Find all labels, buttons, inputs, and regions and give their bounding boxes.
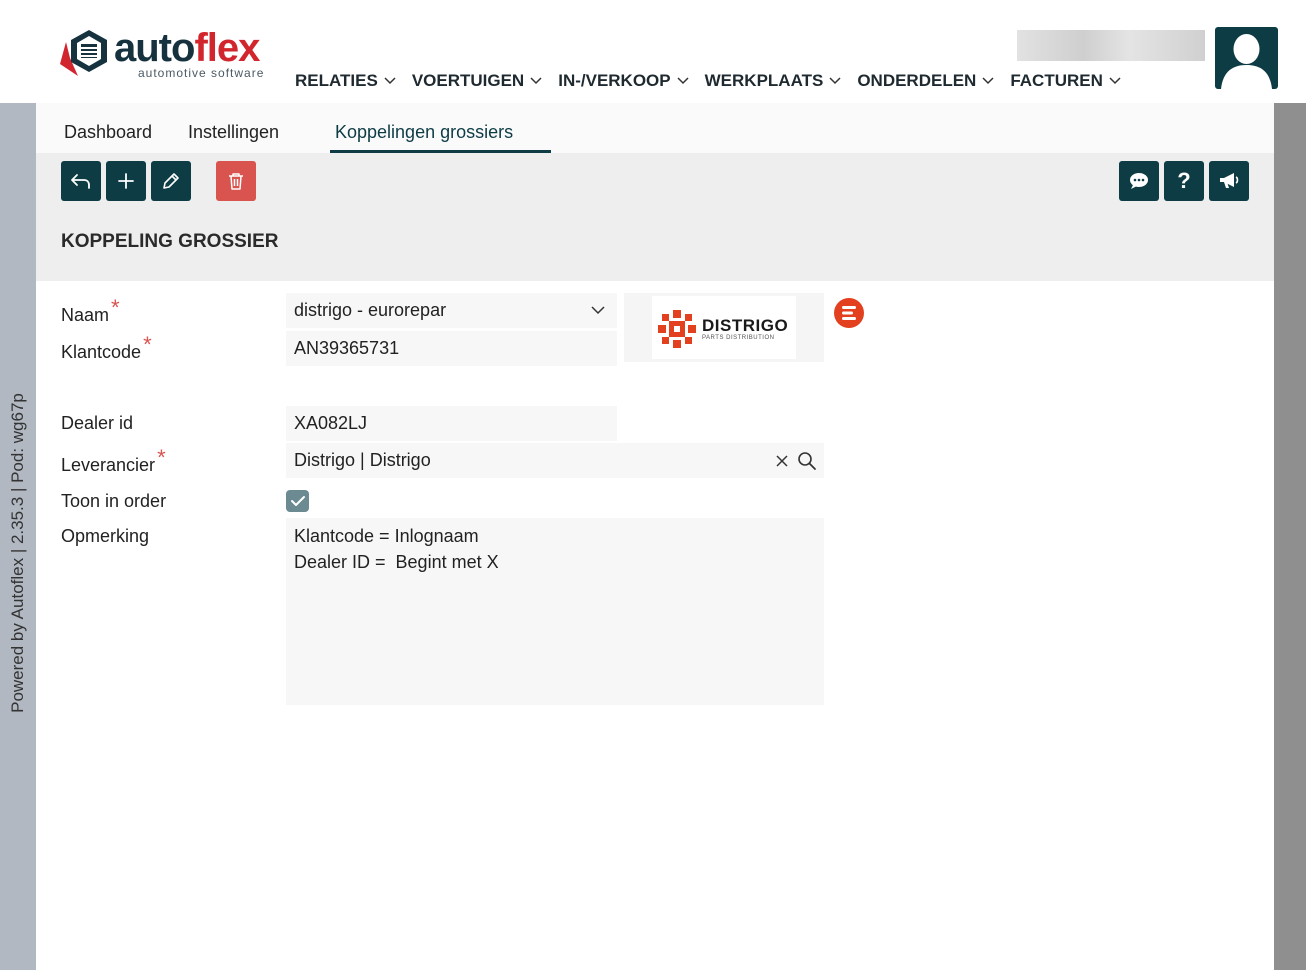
sub-tabs: Dashboard Instellingen Koppelingen gross…	[36, 103, 1274, 153]
clear-icon[interactable]	[775, 454, 789, 468]
announcements-button[interactable]	[1209, 161, 1249, 201]
right-scroll-bar[interactable]	[1274, 103, 1306, 970]
distrigo-logo: DISTRIGO PARTS DISTRIBUTION	[652, 296, 796, 359]
tab-instellingen[interactable]: Instellingen	[188, 122, 279, 143]
back-button[interactable]	[61, 161, 101, 201]
delete-button[interactable]	[216, 161, 256, 201]
autoflex-logo-icon	[60, 30, 107, 76]
autoflex-logo[interactable]: autoflex automotive software	[60, 26, 290, 80]
nav-facturen[interactable]: FACTUREN	[1010, 68, 1121, 94]
nav-onderdelen[interactable]: ONDERDELEN	[857, 68, 994, 94]
klantcode-input[interactable]: AN39365731	[286, 331, 617, 366]
help-button[interactable]: ?	[1164, 161, 1204, 201]
megaphone-icon	[1220, 173, 1239, 188]
required-marker: *	[157, 445, 166, 470]
add-button[interactable]	[106, 161, 146, 201]
required-marker: *	[111, 295, 120, 320]
opmerking-label: Opmerking	[61, 526, 150, 546]
pencil-icon	[163, 173, 179, 189]
chevron-down-icon	[677, 77, 689, 85]
search-icon[interactable]	[797, 451, 817, 471]
chevron-down-icon	[982, 77, 994, 85]
chevron-down-icon	[591, 306, 605, 315]
distrigo-logo-icon	[658, 310, 696, 348]
distrigo-logo-sub: PARTS DISTRIBUTION	[702, 335, 775, 341]
chevron-down-icon	[530, 77, 542, 85]
naam-label: Naam*	[61, 295, 120, 325]
tab-koppelingen-grossiers[interactable]: Koppelingen grossiers	[335, 122, 513, 143]
leverancier-input[interactable]: Distrigo | Distrigo	[286, 443, 824, 478]
toon-in-order-label: Toon in order	[61, 491, 167, 511]
main-navigation: RELATIES VOERTUIGEN IN-/VERKOOP WERKPLAA…	[295, 68, 1137, 94]
logo-wordmark: autoflex	[114, 26, 260, 70]
user-silhouette-icon	[1221, 34, 1272, 89]
page-title: KOPPELING GROSSIER	[61, 231, 279, 252]
dealer-id-label: Dealer id	[61, 413, 134, 433]
logo-tagline: automotive software	[138, 66, 265, 80]
nav-in-verkoop[interactable]: IN-/VERKOOP	[558, 68, 689, 94]
naam-value: distrigo - eurorepar	[294, 300, 447, 320]
supplier-logo-card: DISTRIGO PARTS DISTRIBUTION	[624, 293, 824, 362]
nav-voertuigen[interactable]: VOERTUIGEN	[412, 68, 542, 94]
e-stripes-icon	[842, 306, 856, 320]
required-marker: *	[143, 332, 152, 357]
opmerking-textarea[interactable]: Klantcode = Inlognaam Dealer ID = Begint…	[286, 518, 824, 705]
help-icon: ?	[1177, 168, 1191, 193]
eurorepar-badge-icon[interactable]	[834, 298, 864, 328]
chat-button[interactable]	[1119, 161, 1159, 201]
distrigo-logo-name: DISTRIGO	[702, 316, 789, 335]
nav-relaties[interactable]: RELATIES	[295, 68, 396, 94]
dealer-id-input[interactable]: XA082LJ	[286, 406, 617, 441]
powered-by-text: Powered by Autoflex | 2.35.3 | Pod: wg67…	[8, 393, 27, 713]
action-toolbar: ? KOPPELING GROSSIER	[36, 153, 1274, 281]
user-name-blurred[interactable]	[1017, 30, 1205, 61]
app-header: autoflex automotive software RELATIES VO…	[0, 0, 1306, 103]
leverancier-label: Leverancier*	[61, 445, 166, 475]
naam-select[interactable]: distrigo - eurorepar	[286, 293, 617, 328]
tab-dashboard[interactable]: Dashboard	[64, 122, 152, 143]
nav-werkplaats[interactable]: WERKPLAATS	[705, 68, 842, 94]
chat-icon	[1130, 173, 1148, 189]
plus-icon	[118, 173, 134, 189]
trash-icon	[229, 173, 243, 190]
chevron-down-icon	[829, 77, 841, 85]
toon-in-order-checkbox[interactable]	[286, 490, 309, 512]
chevron-down-icon	[1109, 77, 1121, 85]
chevron-down-icon	[384, 77, 396, 85]
klantcode-label: Klantcode*	[61, 332, 152, 362]
user-avatar[interactable]	[1215, 27, 1278, 89]
back-icon	[71, 174, 90, 189]
edit-button[interactable]	[151, 161, 191, 201]
checkmark-icon	[290, 496, 305, 506]
